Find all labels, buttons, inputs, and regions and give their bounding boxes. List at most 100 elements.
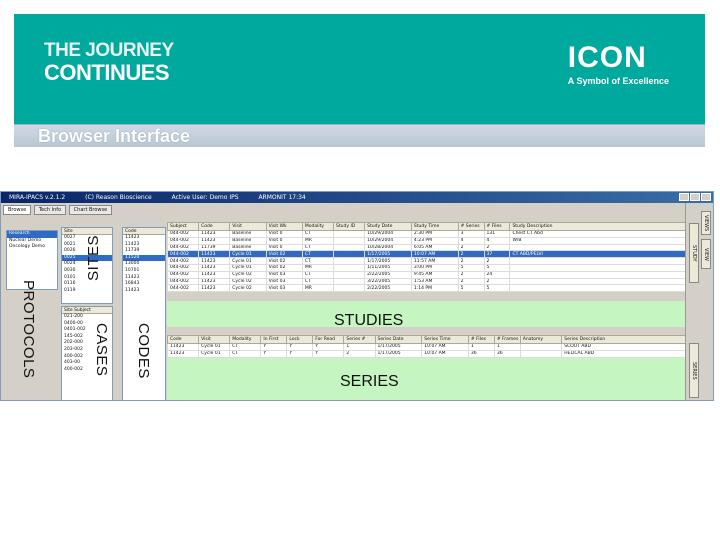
study-cell: 5 <box>457 263 485 272</box>
study-row[interactable]: 044-002 11423 Baseline Visit 0 MR 10/29/2004 4… <box>166 236 687 245</box>
col-header[interactable]: Study Date <box>364 222 412 231</box>
code-item[interactable]: 11423 <box>123 288 165 295</box>
study-row[interactable]: 044-002 11423 Cycle 02 Visit 03 CT 3/22/2005 1… <box>166 277 687 286</box>
study-cell <box>509 257 687 265</box>
col-header[interactable]: # Series <box>457 222 485 231</box>
study-cell: 044-002 <box>166 230 200 238</box>
col-header[interactable]: Lock <box>286 335 314 344</box>
study-cell: Visit 0 <box>265 236 303 245</box>
series-cell: 10:07 AM <box>421 349 469 358</box>
series-cell <box>519 349 563 358</box>
study-cell: 2/22/2005 <box>364 270 412 279</box>
study-row[interactable]: 044-002 11739 Baseline Visit 0 CT 10/28/2004 6… <box>166 243 687 252</box>
study-cell: 37 <box>483 250 511 259</box>
studies-green-zone <box>167 301 687 327</box>
study-cell: Baseline <box>229 230 267 238</box>
col-header[interactable]: Series Date <box>374 335 423 344</box>
col-header[interactable]: Visit <box>229 222 267 231</box>
study-cell: 1/17/2005 <box>364 250 412 259</box>
col-header[interactable]: Code <box>198 222 231 231</box>
study-cell: 10/29/2004 <box>364 236 412 245</box>
code-item[interactable]: 10701 <box>123 268 165 275</box>
col-header[interactable]: Series Description <box>561 335 687 344</box>
col-header[interactable]: # Files <box>467 335 495 344</box>
col-header[interactable]: Code <box>166 335 200 344</box>
series-cell: Y <box>260 343 288 351</box>
study-cell: 11739 <box>198 243 231 252</box>
series-button[interactable]: SERIES <box>689 343 699 398</box>
col-header[interactable]: # Files <box>483 222 511 231</box>
col-header[interactable]: In First <box>260 335 288 344</box>
code-item[interactable]: 11739 <box>123 248 165 255</box>
site-item[interactable]: 0119 <box>62 288 112 295</box>
tagline: THE JOURNEY CONTINUES <box>44 40 174 84</box>
study-button[interactable]: STUDY <box>689 223 699 283</box>
app-title-item: ARMONIT 17:34 <box>258 194 306 201</box>
study-cell: 6:05 AM <box>410 243 459 252</box>
tagline-line1: THE JOURNEY <box>44 40 174 61</box>
close-icon[interactable] <box>701 193 711 201</box>
study-cell: 044-002 <box>166 236 200 245</box>
series-row[interactable]: 11423 Cycle 01 CT Y Y Y 2 1/17/2005 10:07 AM 36 36… <box>166 349 687 358</box>
col-header[interactable]: Anatomy <box>519 335 563 344</box>
col-header[interactable]: Visit Wk <box>265 222 303 231</box>
col-header[interactable]: Study Time <box>410 222 459 231</box>
study-cell: 4 <box>457 236 485 245</box>
study-cell <box>509 284 687 293</box>
tab-chart-browse[interactable]: Chart Browse <box>68 205 113 215</box>
tab-bar: Browse Tech Info Chart Browse <box>3 205 113 215</box>
study-cell: Cycle 01 <box>229 257 267 265</box>
series-header-row: Code Visit Modality In First Lock For Re… <box>166 335 687 344</box>
series-cell: Cycle 01 <box>198 343 231 351</box>
codes-header: Code <box>123 228 165 235</box>
study-cell: Cycle 01 <box>229 250 267 259</box>
col-header[interactable]: Study ID <box>333 222 366 231</box>
study-row[interactable]: 044-002 11423 Cycle 01 Visit 02 CT 1/17/2005 1… <box>166 257 687 265</box>
slide-title: Browser Interface <box>38 126 191 146</box>
study-cell: 11423 <box>198 250 231 259</box>
col-header[interactable]: Study Description <box>509 222 687 231</box>
tab-browse[interactable]: Browse <box>3 205 32 215</box>
study-cell: 2:30 PM <box>410 230 459 238</box>
protocol-item[interactable]: Oncology Demo <box>7 244 57 251</box>
protocol-item[interactable]: Research <box>7 231 57 238</box>
code-item[interactable]: 16843 <box>123 281 165 288</box>
maximize-icon[interactable] <box>690 193 700 201</box>
series-cell: Y <box>286 349 314 358</box>
studies-label: STUDIES <box>334 312 404 329</box>
study-row[interactable]: 044-002 11423 Cycle 01 Visit 02 CT 1/17/2005 1… <box>166 250 687 259</box>
series-cell: 11423 <box>166 349 200 358</box>
study-cell: 11423 <box>198 230 231 238</box>
col-header[interactable]: Visit <box>198 335 231 344</box>
study-cell: 044-002 <box>166 263 200 272</box>
site-item[interactable]: 0116 <box>62 281 112 288</box>
col-header[interactable]: Series Time <box>421 335 469 344</box>
col-header[interactable]: Subject <box>166 222 200 231</box>
study-row[interactable]: 044-002 11423 Baseline Visit 0 CT 10/29/2004 2… <box>166 230 687 238</box>
series-row[interactable]: 11423 Cycle 01 CT Y Y Y 1 1/17/2005 10:07 AM 1 1 SC… <box>166 343 687 351</box>
series-cell: Y <box>312 349 345 358</box>
logo-text: ICON <box>567 41 647 74</box>
study-cell: 10/28/2004 <box>364 243 412 252</box>
study-cell: 2 <box>457 243 485 252</box>
minimize-icon[interactable] <box>679 193 689 201</box>
col-header[interactable]: For Read <box>312 335 345 344</box>
series-cell <box>519 343 563 351</box>
series-cell: Y <box>286 343 314 351</box>
case-item[interactable]: 021-200 <box>62 314 112 321</box>
study-row[interactable]: 044-002 11423 Cycle 02 Visit 03 MR 2/22/2005 1… <box>166 284 687 293</box>
study-row[interactable]: 044-002 11423 Cycle 02 Visit 03 CT 2/22/2005 9… <box>166 270 687 279</box>
study-cell: 24 <box>483 270 511 279</box>
code-item[interactable]: 11423 <box>123 235 165 242</box>
tab-tech-info[interactable]: Tech Info <box>33 205 67 215</box>
app-titlebar: MIRA-IPACS v.2.1.2 (C) Reason Bioscience… <box>1 192 713 203</box>
col-header[interactable]: Modality <box>229 335 262 344</box>
study-cell: 044-002 <box>166 284 200 293</box>
code-item[interactable]: 13000 <box>123 261 165 268</box>
study-row[interactable]: 044-002 11423 Cycle 01 Visit 02 MR 1/11/2005 3… <box>166 263 687 272</box>
view-button[interactable]: VIEW <box>701 239 711 269</box>
col-header[interactable]: Series # <box>343 335 376 344</box>
col-header[interactable]: # Frames <box>493 335 521 344</box>
views-button[interactable]: VIEWS <box>701 211 711 235</box>
col-header[interactable]: Modality <box>301 222 335 231</box>
